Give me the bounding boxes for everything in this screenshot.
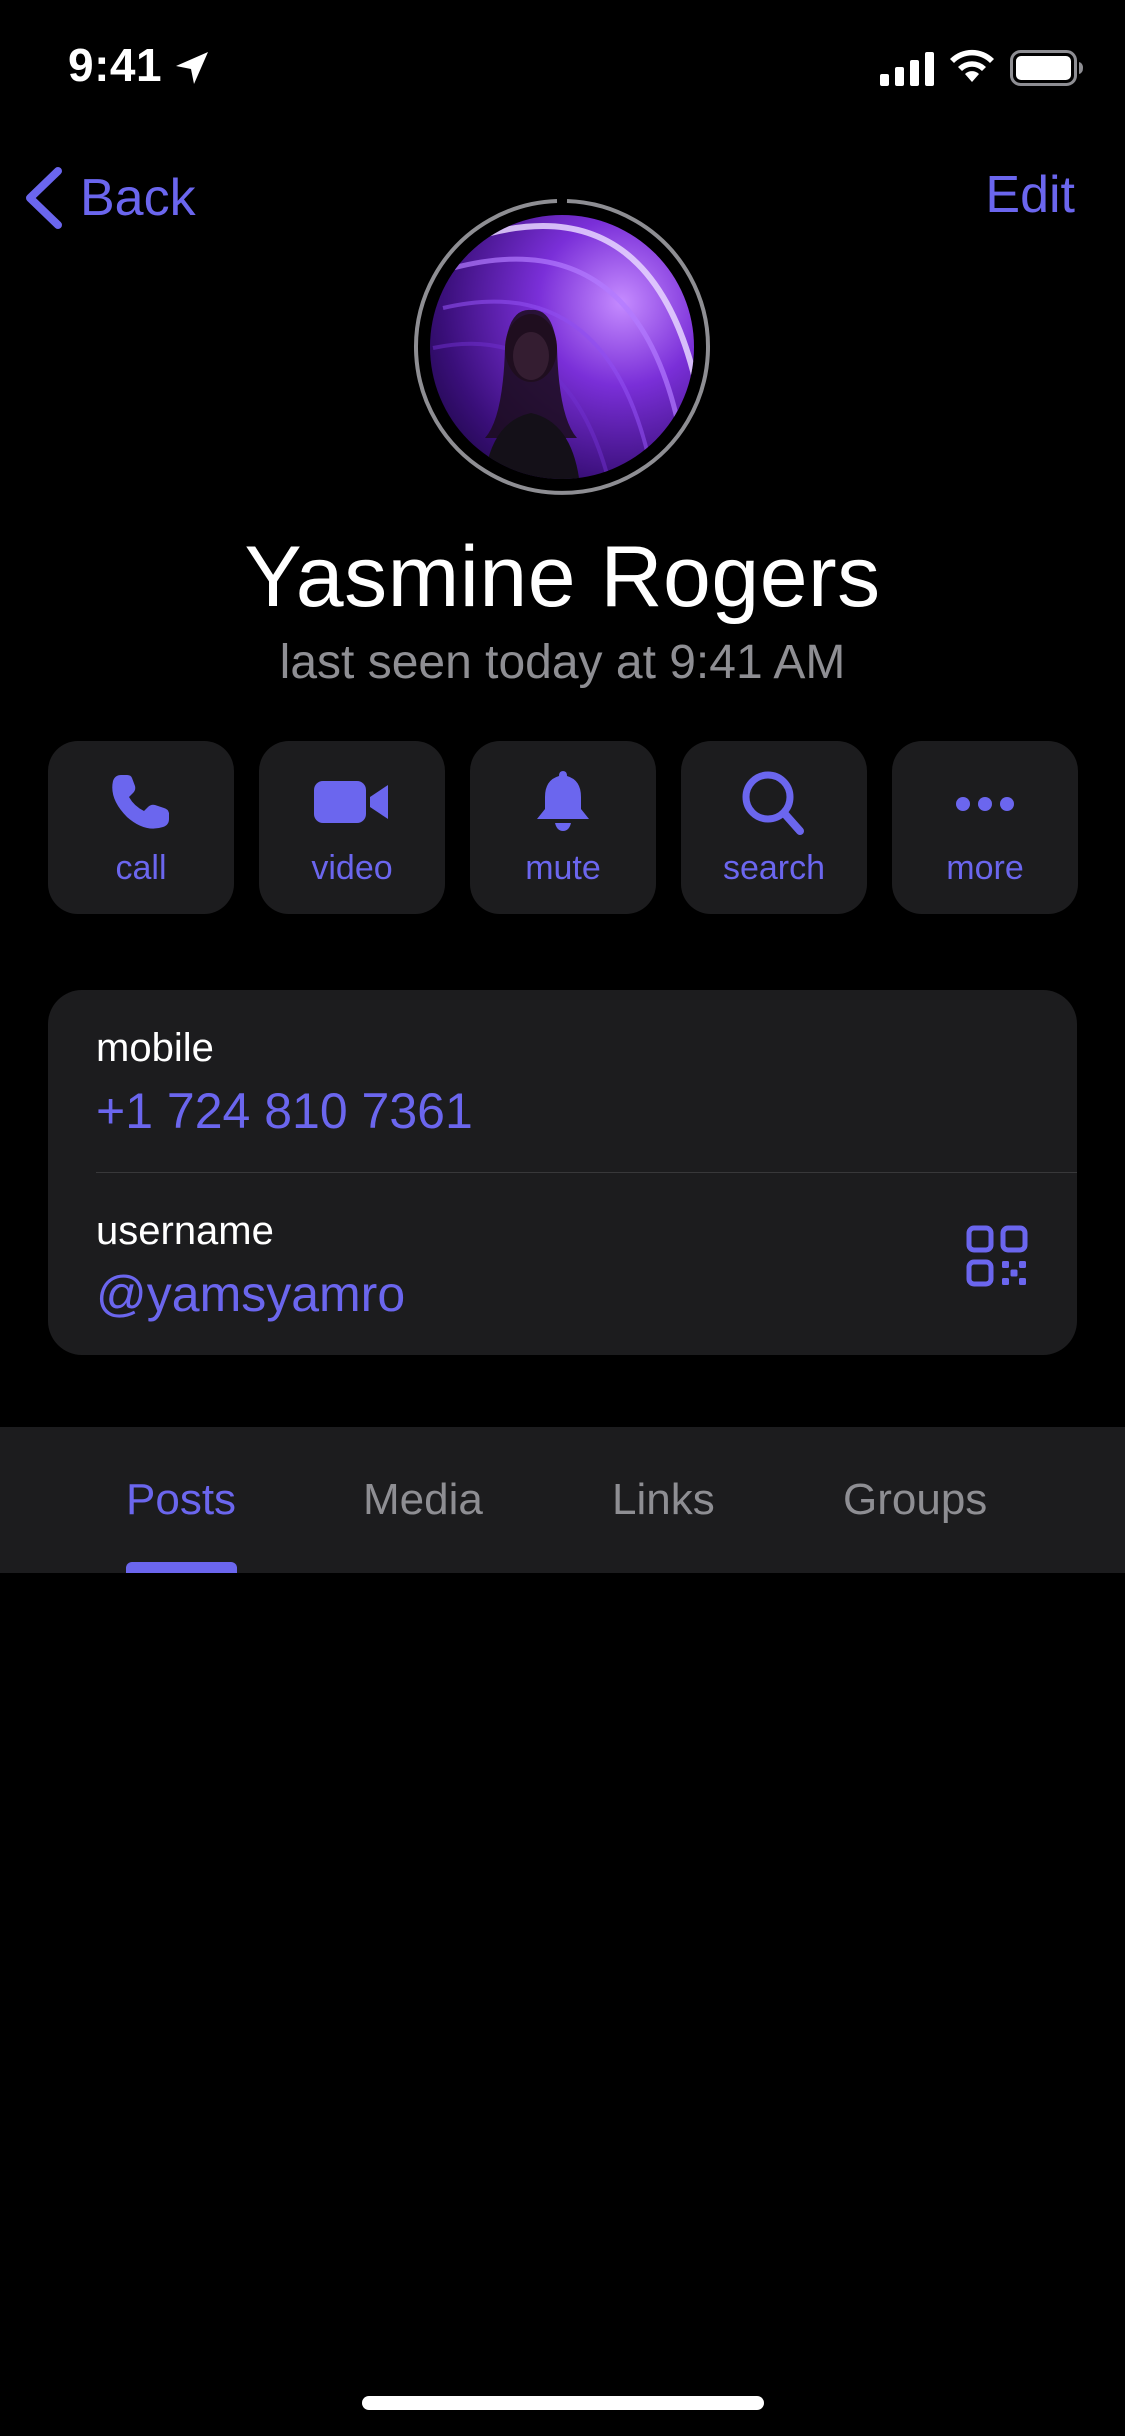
contact-info-card: mobile +1 724 810 7361 username @yamsyam… xyxy=(48,990,1077,1355)
profile-tab-bar: Posts Media Links Groups xyxy=(0,1427,1125,1573)
video-camera-icon xyxy=(314,781,388,823)
back-button[interactable]: Back xyxy=(20,160,196,236)
bell-icon xyxy=(537,771,589,831)
battery-icon xyxy=(1010,50,1083,86)
search-button[interactable]: search xyxy=(681,741,867,914)
search-icon xyxy=(742,771,804,835)
ellipsis-icon xyxy=(956,797,1014,811)
home-indicator[interactable] xyxy=(362,2396,764,2410)
phone-icon xyxy=(112,775,169,829)
tab-posts[interactable]: Posts xyxy=(126,1427,236,1573)
mute-label: mute xyxy=(525,849,601,887)
mobile-label: mobile xyxy=(96,1026,214,1070)
mobile-row[interactable]: mobile +1 724 810 7361 xyxy=(48,990,1077,1172)
username-label: username xyxy=(96,1209,274,1253)
more-label: more xyxy=(946,849,1024,887)
active-tab-indicator xyxy=(126,1562,237,1573)
profile-name: Yasmine Rogers xyxy=(244,529,881,625)
video-label: video xyxy=(311,849,393,887)
more-button[interactable]: more xyxy=(892,741,1078,914)
call-label: call xyxy=(115,849,167,887)
mute-button[interactable]: mute xyxy=(470,741,656,914)
cellular-signal-icon xyxy=(880,52,934,86)
tab-links[interactable]: Links xyxy=(612,1427,715,1573)
action-buttons: call video mute search more xyxy=(48,741,1078,914)
status-bar: 9:41 xyxy=(0,0,1125,135)
wifi-icon xyxy=(950,49,994,82)
location-arrow-icon xyxy=(176,52,208,84)
tab-groups[interactable]: Groups xyxy=(843,1427,987,1573)
edit-button[interactable]: Edit xyxy=(985,165,1075,225)
username-value[interactable]: @yamsyamro xyxy=(96,1265,405,1323)
search-label: search xyxy=(722,849,826,887)
username-row[interactable]: username @yamsyamro xyxy=(48,1173,1077,1355)
qr-code-icon[interactable] xyxy=(966,1225,1028,1287)
status-time: 9:41 xyxy=(68,39,163,91)
mobile-number[interactable]: +1 724 810 7361 xyxy=(96,1082,473,1140)
avatar[interactable] xyxy=(413,198,711,496)
last-seen-status: last seen today at 9:41 AM xyxy=(279,636,846,689)
video-button[interactable]: video xyxy=(259,741,445,914)
tab-media[interactable]: Media xyxy=(363,1427,483,1573)
back-label: Back xyxy=(80,169,196,227)
call-button[interactable]: call xyxy=(48,741,234,914)
chevron-left-icon xyxy=(26,167,62,229)
